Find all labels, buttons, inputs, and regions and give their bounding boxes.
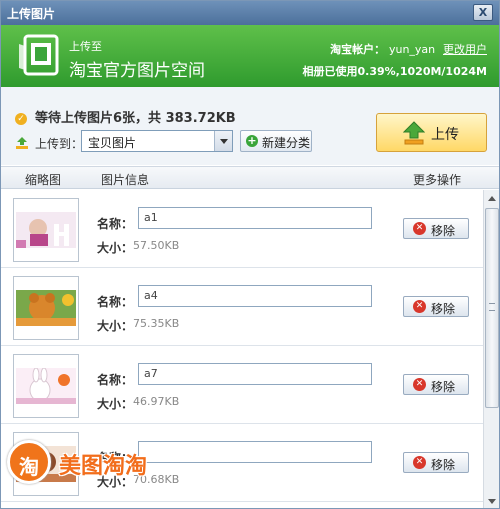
waiting-text: 等待上传图片6张，共 383.72KB bbox=[35, 111, 236, 126]
close-button[interactable]: X bbox=[473, 4, 493, 21]
list-item: 名称： a1 大小： 57.50KB ✕ 移除 bbox=[1, 190, 483, 268]
service-name: 淘宝官方图片空间 bbox=[69, 61, 205, 81]
remove-label: 移除 bbox=[431, 224, 456, 238]
name-input-value: a1 bbox=[144, 211, 158, 224]
quota-text: 相册已使用0.39%,1020M/1024M bbox=[302, 65, 487, 78]
remove-label: 移除 bbox=[431, 458, 456, 472]
upload-button[interactable]: 上传 bbox=[376, 113, 487, 152]
upload-to-caption: 上传至 bbox=[69, 40, 102, 53]
remove-button[interactable]: ✕ 移除 bbox=[403, 452, 469, 473]
new-category-button[interactable]: + 新建分类 bbox=[240, 130, 312, 152]
size-label: 大小： bbox=[97, 241, 134, 255]
upload-button-label: 上传 bbox=[431, 127, 459, 143]
upload-to-label: 上传到： bbox=[35, 137, 84, 151]
upload-arrow-icon bbox=[403, 121, 425, 145]
remove-button[interactable]: ✕ 移除 bbox=[403, 296, 469, 317]
watermark-badge-text: 淘 bbox=[19, 455, 39, 479]
thumbnail-image bbox=[16, 368, 76, 404]
size-value: 75.35KB bbox=[133, 317, 180, 330]
size-value: 57.50KB bbox=[133, 239, 180, 252]
list-item: 名称： a7 大小： 46.97KB ✕ 移除 bbox=[1, 346, 483, 424]
thumbnail-image bbox=[16, 212, 76, 248]
name-input[interactable]: a7 bbox=[138, 363, 372, 385]
plus-icon: + bbox=[246, 134, 258, 147]
taotao-badge-icon: 淘 bbox=[7, 440, 51, 484]
thumbnail bbox=[13, 354, 79, 418]
name-input[interactable]: a4 bbox=[138, 285, 372, 307]
scroll-up-icon[interactable] bbox=[485, 192, 499, 206]
remove-icon: ✕ bbox=[413, 378, 426, 391]
window-title: 上传图片 bbox=[7, 7, 56, 21]
column-header: 缩略图 图片信息 更多操作 bbox=[1, 166, 499, 189]
upload-to-row: 上传到： bbox=[15, 135, 83, 152]
size-value: 46.97KB bbox=[133, 395, 180, 408]
thumbnail bbox=[13, 276, 79, 340]
name-input-value: a7 bbox=[144, 367, 158, 380]
thumbnail-image bbox=[16, 290, 76, 326]
account-user: yun_yan bbox=[388, 43, 436, 56]
size-label: 大小： bbox=[97, 319, 134, 333]
upload-small-icon bbox=[16, 137, 28, 149]
scrollbar-thumb[interactable] bbox=[485, 208, 499, 408]
list-item: 名称： a4 大小： 75.35KB ✕ 移除 bbox=[1, 268, 483, 346]
scroll-down-icon[interactable] bbox=[485, 494, 499, 508]
name-label: 名称： bbox=[97, 373, 134, 387]
image-space-logo-icon bbox=[19, 34, 59, 76]
thumbnail bbox=[13, 198, 79, 262]
remove-icon: ✕ bbox=[413, 300, 426, 313]
check-icon: ✓ bbox=[15, 113, 27, 125]
album-select[interactable]: 宝贝图片 bbox=[81, 130, 233, 152]
remove-icon: ✕ bbox=[413, 222, 426, 235]
remove-icon: ✕ bbox=[413, 456, 426, 469]
name-label: 名称： bbox=[97, 295, 134, 309]
title-bar[interactable]: 上传图片 X bbox=[1, 1, 499, 25]
remove-label: 移除 bbox=[431, 302, 456, 316]
name-input-value: a4 bbox=[144, 289, 158, 302]
name-input[interactable]: a1 bbox=[138, 207, 372, 229]
remove-label: 移除 bbox=[431, 380, 456, 394]
remove-button[interactable]: ✕ 移除 bbox=[403, 218, 469, 239]
album-selected-value: 宝贝图片 bbox=[88, 136, 137, 150]
column-thumbnail: 缩略图 bbox=[25, 173, 62, 187]
watermark-text: 美图淘淘 bbox=[59, 454, 148, 479]
brand-header: 上传至 淘宝官方图片空间 淘宝帐户： yun_yan 更改用户 相册已使用0.3… bbox=[1, 25, 499, 87]
account-info: 淘宝帐户： yun_yan 更改用户 bbox=[330, 41, 487, 57]
upload-dialog: 上传图片 X 上传至 淘宝官方图片空间 淘宝帐户： yun_yan 更改用户 相… bbox=[0, 0, 500, 509]
waiting-summary: ✓ 等待上传图片6张，共 383.72KB bbox=[15, 107, 236, 126]
column-more: 更多操作 bbox=[413, 173, 462, 187]
column-info: 图片信息 bbox=[101, 173, 150, 187]
size-label: 大小： bbox=[97, 397, 134, 411]
name-label: 名称： bbox=[97, 217, 134, 231]
change-user-link[interactable]: 更改用户 bbox=[443, 43, 487, 56]
chevron-down-icon[interactable] bbox=[214, 131, 232, 151]
new-category-label: 新建分类 bbox=[262, 136, 311, 150]
meitu-taotao-watermark: 淘 美图淘淘 bbox=[7, 440, 197, 484]
account-label: 淘宝帐户： bbox=[330, 43, 386, 56]
vertical-scrollbar[interactable] bbox=[483, 190, 499, 508]
remove-button[interactable]: ✕ 移除 bbox=[403, 374, 469, 395]
